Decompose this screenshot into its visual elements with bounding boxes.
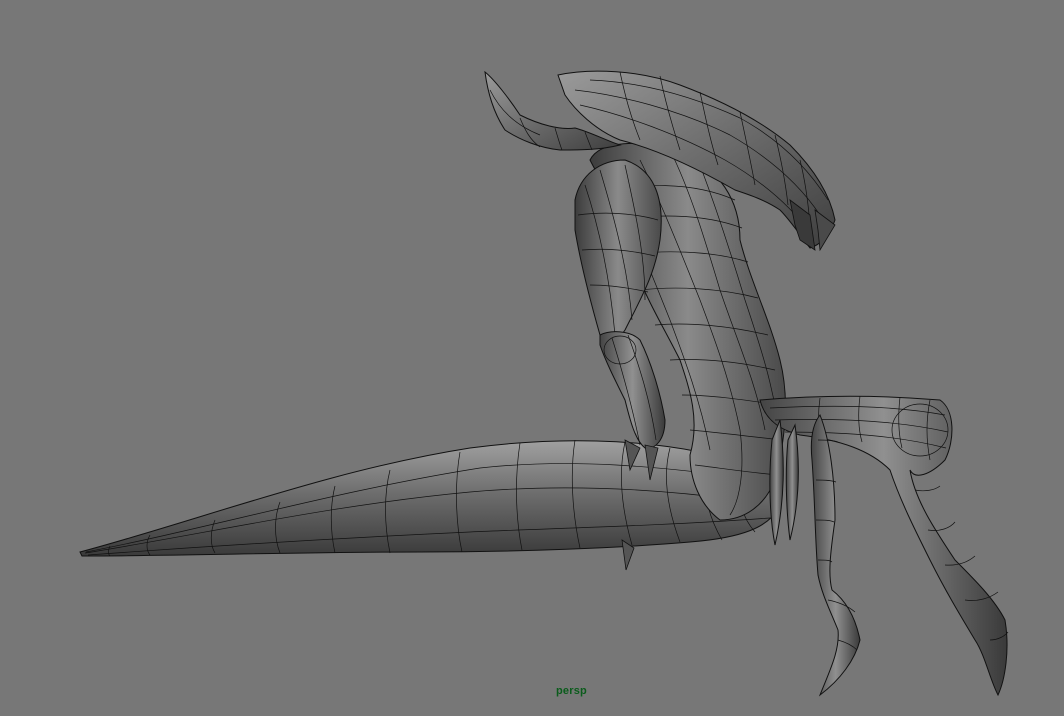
- camera-name-label: persp: [556, 685, 587, 697]
- creature-mesh[interactable]: [0, 0, 1064, 716]
- leg-middle-mesh[interactable]: [769, 414, 861, 697]
- tail-mesh[interactable]: [79, 439, 781, 557]
- perspective-viewport[interactable]: persp: [0, 0, 1064, 716]
